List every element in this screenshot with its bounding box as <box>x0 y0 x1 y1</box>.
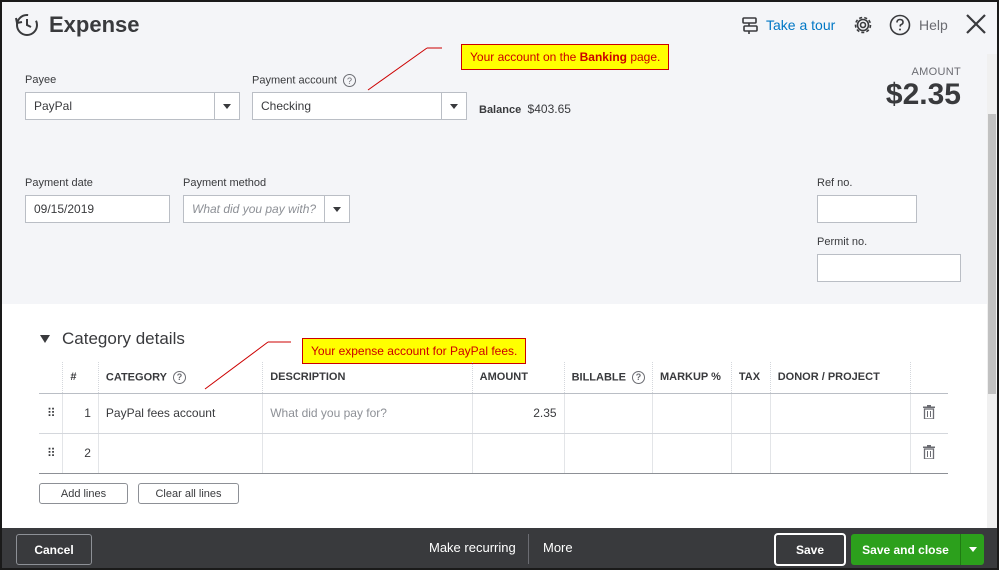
col-tax: TAX <box>730 362 771 394</box>
chevron-down-icon[interactable] <box>214 93 239 119</box>
row-donor-project[interactable] <box>769 393 911 434</box>
payee-select[interactable]: PayPal <box>25 92 240 120</box>
payment-method-label: Payment method <box>183 177 267 189</box>
recent-transactions-icon[interactable] <box>14 12 40 38</box>
table-header-row: # CATEGORY? DESCRIPTION AMOUNT BILLABLE?… <box>39 362 948 394</box>
amount-label: AMOUNT <box>911 66 961 78</box>
take-a-tour-label: Take a tour <box>766 17 836 33</box>
row-category[interactable]: PayPal fees account <box>97 393 263 434</box>
save-and-close-button[interactable]: Save and close <box>851 534 984 565</box>
make-recurring-link[interactable]: Make recurring <box>429 540 516 555</box>
clear-all-lines-button[interactable]: Clear all lines <box>138 483 239 504</box>
banking-callout-suffix: page. <box>626 50 661 64</box>
row-markup[interactable] <box>651 433 732 474</box>
row-tax[interactable] <box>730 393 771 434</box>
row-description[interactable]: What did you pay for? <box>262 393 473 434</box>
row-billable[interactable] <box>563 433 653 474</box>
row-billable[interactable] <box>563 393 653 434</box>
payment-account-label: Payment account <box>252 74 337 87</box>
col-markup: MARKUP % <box>651 362 732 394</box>
permit-no-input[interactable] <box>817 254 961 282</box>
category-details-title: Category details <box>62 329 185 348</box>
payment-account-label-wrap: Payment account? <box>252 74 356 87</box>
row-markup[interactable] <box>651 393 732 434</box>
more-link[interactable]: More <box>543 540 573 555</box>
chevron-down-icon[interactable] <box>441 93 466 119</box>
amount-total: $2.35 <box>885 78 961 111</box>
gear-icon[interactable] <box>852 14 874 36</box>
help-circle-icon[interactable]: ? <box>173 370 187 384</box>
permit-no-label: Permit no. <box>817 236 868 248</box>
save-button[interactable]: Save <box>774 533 846 566</box>
trash-icon[interactable] <box>909 433 948 474</box>
cancel-button[interactable]: Cancel <box>16 534 92 565</box>
col-amount: AMOUNT <box>471 362 565 394</box>
balance-value: $403.65 <box>527 102 571 116</box>
question-circle-icon <box>889 14 911 36</box>
help-button[interactable]: Help <box>889 13 948 37</box>
banking-callout-bold: Banking <box>579 50 627 64</box>
col-billable-label: BILLABLE <box>571 371 626 384</box>
save-and-close-label: Save and close <box>862 542 949 557</box>
row-description-placeholder: What did you pay for? <box>270 406 387 420</box>
payment-method-select[interactable]: What did you pay with? <box>183 195 350 223</box>
close-icon[interactable] <box>964 12 988 36</box>
balance-label: Balance <box>479 104 522 116</box>
drag-handle-icon[interactable]: ⠿ <box>39 393 63 434</box>
table-row[interactable]: ⠿ 1 PayPal fees account What did you pay… <box>39 393 948 434</box>
account-balance: Balance $403.65 <box>479 102 571 116</box>
scrollbar[interactable] <box>987 54 997 528</box>
payee-value: PayPal <box>34 99 73 113</box>
payment-date-label: Payment date <box>25 177 93 189</box>
payment-date-value: 09/15/2019 <box>34 202 95 216</box>
row-donor-project[interactable] <box>769 433 911 474</box>
row-tax[interactable] <box>730 433 771 474</box>
help-circle-icon[interactable]: ? <box>343 74 356 87</box>
chevron-down-icon[interactable] <box>324 196 349 222</box>
banking-callout-prefix: Your account on the <box>470 50 580 64</box>
table-row[interactable]: ⠿ 2 <box>39 433 948 474</box>
payment-account-select[interactable]: Checking <box>252 92 467 120</box>
help-circle-icon[interactable]: ? <box>631 370 645 384</box>
payment-account-value: Checking <box>261 99 312 113</box>
col-delete <box>909 362 948 394</box>
trash-icon[interactable] <box>909 393 948 434</box>
ref-no-input[interactable] <box>817 195 917 223</box>
take-a-tour-link[interactable]: Take a tour <box>740 14 835 36</box>
col-description: DESCRIPTION <box>262 362 473 394</box>
category-details-toggle[interactable]: Category details <box>40 329 185 349</box>
col-category: CATEGORY? <box>97 362 263 394</box>
footer-divider <box>528 534 529 564</box>
signpost-icon <box>742 17 758 34</box>
banking-callout: Your account on the Banking page. <box>461 44 670 70</box>
add-lines-button[interactable]: Add lines <box>39 483 128 504</box>
col-number: # <box>62 362 99 394</box>
row-number: 1 <box>62 393 99 434</box>
col-billable: BILLABLE? <box>563 362 653 394</box>
chevron-down-icon[interactable] <box>960 534 984 565</box>
page-title: Expense <box>49 12 140 37</box>
drag-handle-icon[interactable]: ⠿ <box>39 433 63 474</box>
col-category-label: CATEGORY <box>105 371 168 384</box>
row-description[interactable] <box>262 433 473 474</box>
category-table: # CATEGORY? DESCRIPTION AMOUNT BILLABLE?… <box>39 362 948 474</box>
expense-callout: Your expense account for PayPal fees. <box>302 338 527 364</box>
col-drag <box>39 362 63 394</box>
payment-date-input[interactable]: 09/15/2019 <box>25 195 170 223</box>
row-number: 2 <box>62 433 99 474</box>
payee-label: Payee <box>25 74 57 86</box>
col-donor-project: DONOR / PROJECT <box>769 362 911 394</box>
ref-no-label: Ref no. <box>817 177 853 189</box>
row-amount[interactable]: 2.35 <box>471 393 565 434</box>
expense-window: Expense Take a tour Help Payee PayPal Pa… <box>0 0 999 570</box>
help-label: Help <box>919 17 948 33</box>
footer-bar: Cancel Make recurring More Save Save and… <box>2 528 997 568</box>
payment-method-placeholder: What did you pay with? <box>192 202 317 216</box>
scrollbar-thumb[interactable] <box>988 114 996 394</box>
triangle-down-icon <box>40 335 50 343</box>
row-amount[interactable] <box>471 433 565 474</box>
row-category[interactable] <box>97 433 263 474</box>
